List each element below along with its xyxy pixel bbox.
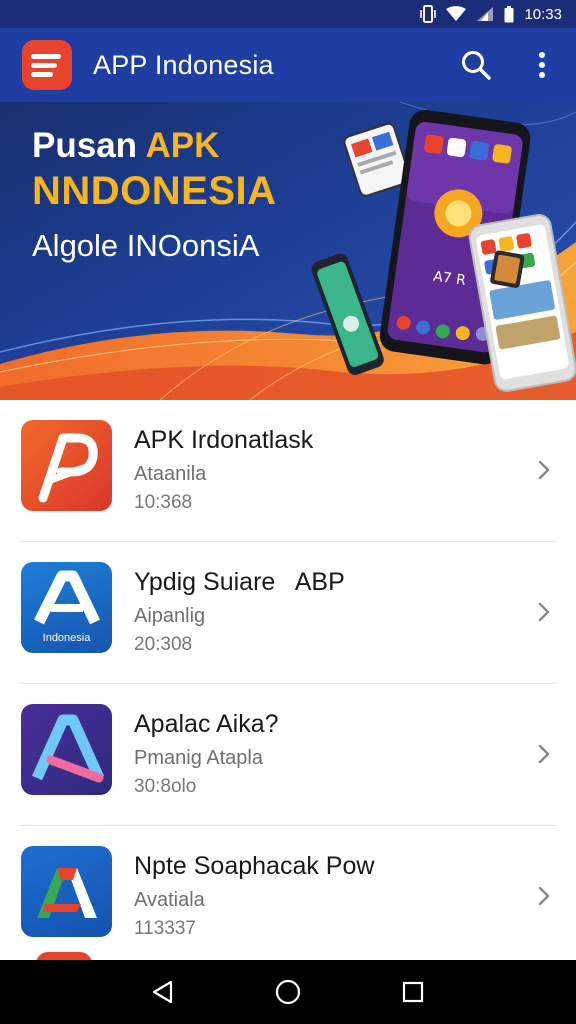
status-time: 10:33: [524, 5, 562, 23]
tricolor-a-logo-icon: [21, 846, 112, 937]
blue-a-logo-icon: Indonesia: [21, 562, 112, 653]
list-item-text: Ypdig Suiare ABP Aipanlig 20:308: [134, 568, 345, 656]
item-subtitle: Avatiala: [134, 889, 205, 911]
wifi-icon: [446, 6, 467, 22]
list-item[interactable]: APK Irdonatlask Ataanila 10:368: [0, 400, 576, 542]
red-p-logo-icon: [21, 420, 112, 511]
item-meta: 30:8olo: [134, 776, 197, 797]
item-title: Ypdig Suiare ABP: [134, 568, 345, 596]
chevron-right-icon[interactable]: [534, 739, 554, 769]
banner-title-white: Pusan: [32, 126, 146, 165]
thumb-caption: Indonesia: [42, 632, 91, 644]
app-bar: APP Indonesia: [0, 28, 576, 102]
list-item[interactable]: Apalac Aika? Pmanig Atapla 30:8olo: [0, 684, 576, 826]
app-bar-actions: [456, 45, 576, 85]
recents-icon[interactable]: [391, 970, 435, 1014]
item-subtitle: Aipanlig: [134, 605, 206, 627]
home-icon[interactable]: [266, 970, 310, 1014]
chevron-right-icon[interactable]: [534, 597, 554, 627]
signal-icon: [476, 6, 494, 22]
chevron-right-icon[interactable]: [534, 881, 554, 911]
list-item-text: Apalac Aika? Pmanig Atapla 30:8olo: [134, 710, 279, 798]
banner-title-accent: APK: [145, 126, 220, 165]
banner-subheading: Algole INOonsiA: [32, 228, 260, 263]
app-logo[interactable]: [22, 40, 72, 90]
banner-title: Pusan APK: [32, 126, 219, 166]
vibrate-icon: [420, 5, 437, 23]
search-icon[interactable]: [456, 45, 496, 85]
item-title: Apalac Aika?: [134, 710, 279, 738]
item-meta: 113337: [134, 918, 196, 939]
item-subtitle: Ataanila: [134, 463, 207, 485]
battery-icon: [504, 5, 514, 23]
app-title: APP Indonesia: [93, 49, 274, 80]
purple-a-logo-icon: [21, 704, 112, 795]
item-title: APK Irdonatlask: [134, 426, 314, 454]
status-bar: 10:33: [0, 0, 576, 28]
item-meta: 10:368: [134, 492, 193, 513]
item-title: Npte Soaphacak Pow: [134, 852, 375, 880]
list-item-text: Npte Soaphacak Pow Avatiala 113337: [134, 852, 374, 940]
list-item[interactable]: Npte Soaphacak Pow Avatiala 113337: [0, 826, 576, 968]
banner-heading: NNDONESIA: [32, 169, 277, 213]
list-item[interactable]: Indonesia Ypdig Suiare ABP Aipanlig 20:3…: [0, 542, 576, 684]
chevron-right-icon[interactable]: [534, 455, 554, 485]
item-subtitle: Pmanig Atapla: [134, 747, 263, 769]
item-meta: 20:308: [134, 634, 193, 655]
system-nav-bar: [0, 960, 576, 1024]
more-vert-icon[interactable]: [522, 45, 562, 85]
app-list: APK Irdonatlask Ataanila 10:368 Indonesi…: [0, 400, 576, 968]
promo-banner[interactable]: A7 R Pusan APK NNDONESIA Algole INOonsiA: [0, 102, 576, 400]
floating-card-right: [490, 250, 525, 288]
back-icon[interactable]: [141, 970, 185, 1014]
list-item-text: APK Irdonatlask Ataanila 10:368: [134, 426, 313, 514]
